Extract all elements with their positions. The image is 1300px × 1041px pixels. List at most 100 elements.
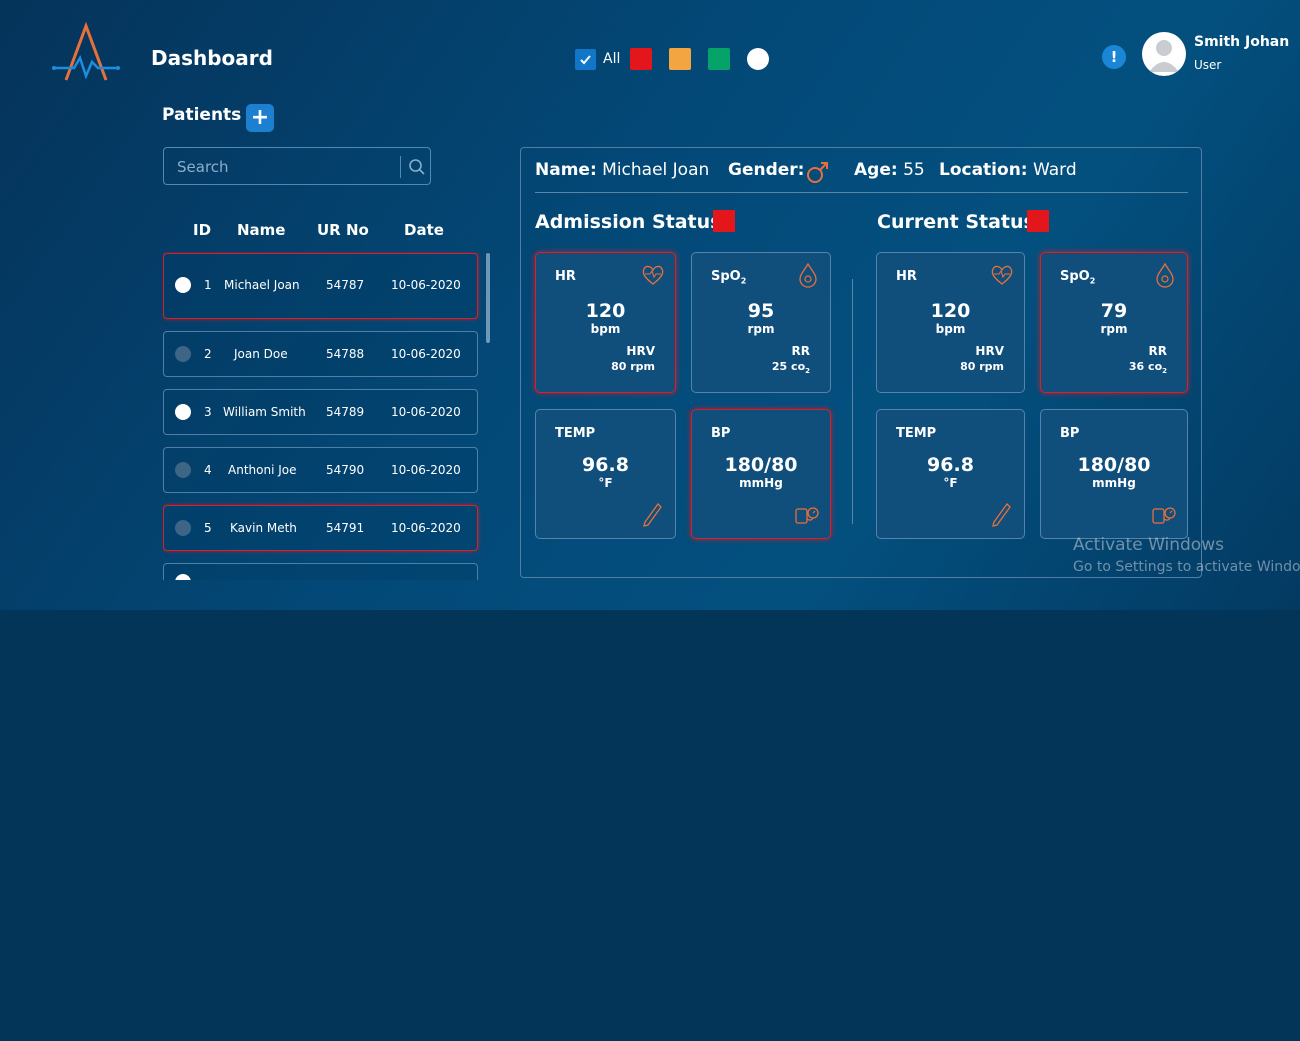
patients-heading: Patients [162, 105, 242, 125]
row-name: William Smith [223, 405, 306, 419]
admission-hr-card[interactable]: HR 120 bpm HRV 80 rpm [535, 252, 676, 393]
divider [535, 192, 1188, 193]
filter-bar: All [575, 48, 770, 70]
current-bp-card[interactable]: BP 180/80 mmHg [1040, 409, 1188, 539]
search-placeholder: Search [177, 158, 229, 176]
activation-watermark-title: Activate Windows [1073, 535, 1224, 555]
card-label: HR [896, 269, 917, 284]
logo-icon [52, 21, 120, 81]
search-divider [400, 156, 401, 178]
column-header-id[interactable]: ID [193, 221, 211, 239]
status-dot [175, 574, 191, 580]
page-title: Dashboard [151, 46, 273, 70]
card-value: 120 [930, 300, 971, 322]
admission-spo2-card[interactable]: SpO2 95 rpm RR 25 co2 [691, 252, 831, 393]
table-row[interactable]: 3 William Smith 54789 10-06-2020 [163, 389, 478, 435]
card-unit: rpm [747, 322, 775, 336]
column-header-ur[interactable]: UR No [317, 221, 369, 239]
green-filter[interactable] [708, 48, 731, 70]
card-label: HR [555, 269, 576, 284]
status-dot [175, 277, 191, 293]
card-unit: mmHg [739, 476, 783, 490]
card-label: BP [711, 426, 731, 441]
card-label: SpO2 [711, 269, 747, 286]
admission-bp-card[interactable]: BP 180/80 mmHg [691, 409, 831, 539]
row-ur: 54788 [326, 347, 365, 361]
card-sub-label: RR [1148, 344, 1167, 358]
row-ur: 54789 [326, 405, 365, 419]
row-ur: 54791 [326, 521, 365, 535]
column-header-name[interactable]: Name [237, 221, 285, 239]
all-label: All [603, 51, 621, 67]
card-sub-value: 80 rpm [611, 360, 655, 373]
drop-icon [1156, 262, 1174, 288]
row-name: Michael Joan [224, 278, 300, 292]
admission-temp-card[interactable]: TEMP 96.8 °F [535, 409, 676, 539]
card-unit: bpm [935, 322, 966, 336]
drop-icon [799, 262, 817, 288]
heart-icon [642, 265, 664, 285]
status-dot [175, 520, 191, 536]
column-header-date[interactable]: Date [404, 221, 444, 239]
card-sub-value: 36 co2 [1128, 360, 1167, 376]
search-input[interactable]: Search [163, 147, 431, 185]
patient-name: Name: Michael Joan [535, 160, 710, 180]
current-spo2-card[interactable]: SpO2 79 rpm RR 36 co2 [1040, 252, 1188, 393]
row-date: 10-06-2020 [391, 278, 461, 292]
row-name: Kavin Meth [230, 521, 297, 535]
patient-gender: Gender: [728, 160, 805, 180]
list-scrollbar[interactable] [486, 253, 490, 343]
row-id: 5 [204, 521, 212, 535]
patient-location: Location: Ward [939, 160, 1077, 180]
card-value: 96.8 [582, 454, 629, 476]
blood-pressure-icon [795, 507, 819, 524]
admission-status-title: Admission Status [535, 211, 722, 233]
admission-status-badge [713, 210, 735, 232]
check-icon [580, 54, 591, 64]
red-filter[interactable] [630, 48, 653, 70]
table-row[interactable]: 1 Michael Joan 54787 10-06-2020 [163, 253, 478, 319]
current-hr-card[interactable]: HR 120 bpm HRV 80 rpm [876, 252, 1025, 393]
alert-icon[interactable]: ! [1102, 45, 1126, 69]
user-name: Smith Johan [1194, 34, 1290, 50]
card-value: 120 [585, 300, 626, 322]
row-name: Joan Doe [234, 347, 288, 361]
user-role: User [1194, 58, 1222, 72]
card-sub-value: 25 co2 [771, 360, 810, 376]
orange-filter[interactable] [669, 48, 692, 70]
avatar[interactable] [1142, 32, 1186, 76]
table-row[interactable]: 4 Anthoni Joe 54790 10-06-2020 [163, 447, 478, 493]
search-icon[interactable] [408, 158, 426, 176]
current-temp-card[interactable]: TEMP 96.8 °F [876, 409, 1025, 539]
row-id: 2 [204, 347, 212, 361]
row-ur: 54787 [326, 278, 365, 292]
app-logo[interactable] [52, 21, 122, 84]
table-row[interactable] [163, 563, 478, 580]
card-unit: °F [598, 476, 613, 490]
table-row[interactable]: 2 Joan Doe 54788 10-06-2020 [163, 331, 478, 377]
card-value: 96.8 [927, 454, 974, 476]
card-value: 180/80 [724, 454, 798, 476]
patient-list: 1 Michael Joan 54787 10-06-2020 2 Joan D… [163, 252, 493, 580]
thermometer-icon [992, 503, 1011, 527]
patient-age: Age: 55 [854, 160, 925, 180]
current-status-title: Current Status [877, 211, 1035, 233]
card-sub-label: RR [791, 344, 810, 358]
row-id: 1 [204, 278, 212, 292]
row-date: 10-06-2020 [391, 463, 461, 477]
status-divider [852, 279, 853, 524]
user-icon [1149, 40, 1179, 72]
row-ur: 54790 [326, 463, 365, 477]
card-label: BP [1060, 426, 1080, 441]
blood-pressure-icon [1152, 507, 1176, 524]
heart-icon [991, 265, 1013, 285]
card-label: TEMP [896, 426, 937, 441]
status-dot [175, 404, 191, 420]
table-row[interactable]: 5 Kavin Meth 54791 10-06-2020 [163, 505, 478, 551]
card-sub-label: HRV [975, 344, 1004, 358]
row-date: 10-06-2020 [391, 521, 461, 535]
white-filter[interactable] [747, 48, 770, 70]
add-patient-button[interactable]: + [246, 104, 274, 132]
all-checkbox[interactable] [575, 48, 596, 70]
card-value: 180/80 [1077, 454, 1151, 476]
